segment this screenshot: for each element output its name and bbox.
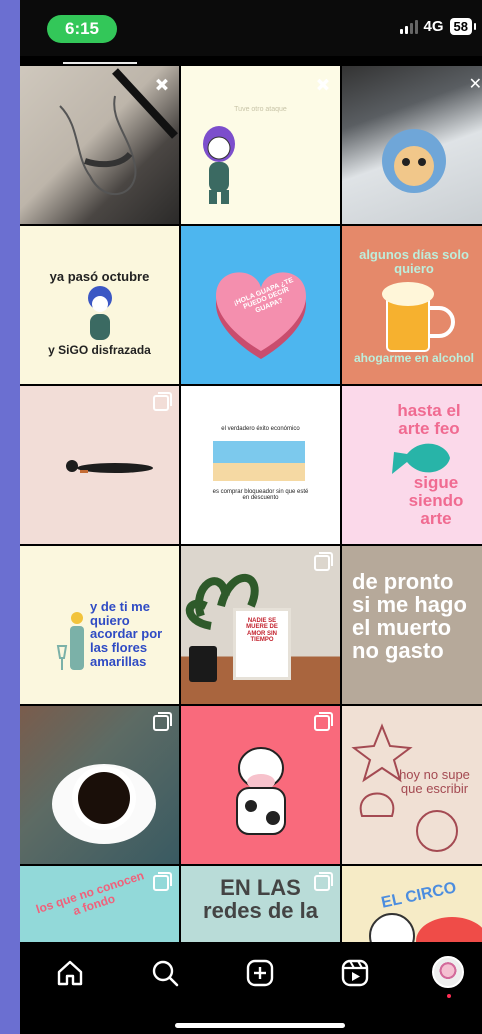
post-redes[interactable]: EN LAS redes de la: [181, 866, 340, 942]
tile-subtitle: es comprar bloqueador sin que esté en de…: [212, 489, 309, 502]
post-cow[interactable]: [181, 706, 340, 864]
tile-title: ya pasó octubre: [49, 269, 150, 284]
post-fish[interactable]: hasta el arte feo sigue siendo arte: [342, 386, 482, 544]
home-indicator[interactable]: [175, 1023, 345, 1028]
bottom-navigation: [20, 942, 482, 1034]
phone-screen: 6:15 4G 58 ✚ Tuve otro ataque ✚ ✕ ya pas…: [20, 0, 482, 1034]
carousel-icon: [153, 712, 172, 731]
post-plant-frame[interactable]: NADIE SE MUERE DE AMOR SIN TIEMPO: [181, 546, 340, 704]
battery-icon: 58: [449, 18, 477, 35]
post-girl-sitting[interactable]: Tuve otro ataque ✚: [181, 66, 340, 224]
post-disfrazada[interactable]: ya pasó octubre y SiGO disfrazada: [20, 226, 179, 384]
tile-caption: EN LAS redes de la: [203, 875, 318, 924]
search-icon[interactable]: [150, 958, 180, 988]
costume-illustration: [88, 286, 112, 340]
tile-caption: hoy no supe que escribir: [399, 767, 470, 796]
post-heart-candy[interactable]: ¡HOLA GUAPA ¿TE PUEDO DECIR GUAPA?: [181, 226, 340, 384]
carousel-icon: [153, 392, 172, 411]
tile-subtitle: y SiGO disfrazada: [48, 343, 151, 357]
profile-avatar[interactable]: [432, 956, 464, 988]
tile-caption: NADIE SE MUERE DE AMOR SIN TIEMPO: [246, 618, 278, 643]
notification-dot: [447, 994, 451, 998]
post-cat-drawing[interactable]: ✕: [342, 66, 482, 224]
status-bar: 6:15 4G 58: [20, 0, 482, 56]
status-time: 6:15: [47, 15, 117, 43]
network-label: 4G: [423, 18, 444, 35]
post-flores-amarillas[interactable]: y de ti me quiero acordar por las flores…: [20, 546, 179, 704]
tile-caption: Tuve otro ataque: [234, 106, 287, 113]
carousel-icon: [314, 552, 333, 571]
tile-caption: de pronto si me hago el muerto no gasto: [352, 569, 467, 664]
post-beach[interactable]: el verdadero éxito económico es comprar …: [181, 386, 340, 544]
tile-title: el verdadero éxito económico: [221, 426, 300, 432]
tile-caption: los que no conocen a fondo: [34, 868, 146, 918]
post-coffee[interactable]: [20, 706, 179, 864]
cat-illustration: [382, 129, 446, 193]
tile-caption: y de ti me quiero acordar por las flores…: [90, 599, 163, 669]
close-icon[interactable]: ✕: [469, 74, 482, 94]
carousel-icon: [153, 872, 172, 891]
posts-grid[interactable]: ✚ Tuve otro ataque ✚ ✕ ya pasó octubre y…: [20, 66, 482, 942]
post-los-que[interactable]: los que no conocen a fondo: [20, 866, 179, 942]
tab-indicator: [63, 62, 137, 64]
post-beer[interactable]: algunos días solo quiero ahogarme en alc…: [342, 226, 482, 384]
signal-icon: [399, 19, 418, 34]
carousel-icon: [314, 712, 333, 731]
tile-title: hasta el arte feo: [397, 401, 461, 438]
post-circo[interactable]: EL CIRCO: [342, 866, 482, 942]
tile-subtitle: sigue siendo arte: [408, 473, 464, 528]
post-lying-figure[interactable]: [20, 386, 179, 544]
post-sketch-drawing[interactable]: ✚: [20, 66, 179, 224]
carousel-icon: [314, 872, 333, 891]
beach-illustration: [213, 441, 305, 481]
status-indicators: 4G 58: [399, 18, 477, 35]
post-shells[interactable]: hoy no supe que escribir: [342, 706, 482, 864]
post-muerto[interactable]: de pronto si me hago el muerto no gasto: [342, 546, 482, 704]
home-icon[interactable]: [55, 958, 85, 988]
reels-icon[interactable]: [340, 958, 370, 988]
tile-title: algunos días solo quiero: [359, 247, 469, 276]
create-icon[interactable]: [245, 958, 275, 988]
tile-subtitle: ahogarme en alcohol: [353, 351, 475, 365]
